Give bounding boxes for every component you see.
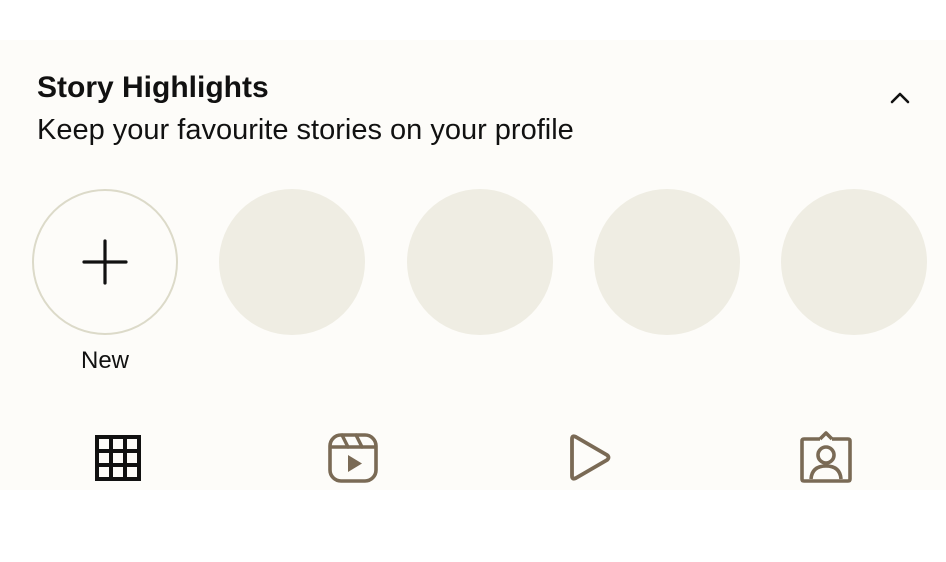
highlight-placeholder (594, 189, 740, 335)
profile-tab-bar (0, 428, 946, 488)
collapse-button[interactable] (882, 82, 918, 112)
new-highlight-label: New (80, 347, 129, 374)
grid-icon (95, 435, 141, 481)
tab-videos[interactable] (560, 428, 620, 488)
tagged-person-icon (800, 431, 852, 483)
section-subtitle: Keep your favourite stories on your prof… (37, 114, 574, 146)
tab-tagged[interactable] (796, 428, 856, 488)
highlight-placeholder (781, 189, 927, 335)
highlight-placeholder (219, 189, 365, 335)
tab-posts[interactable] (88, 428, 148, 488)
play-icon (570, 434, 611, 481)
new-highlight-button[interactable] (32, 189, 178, 335)
reels-icon (328, 433, 378, 483)
highlight-placeholder (407, 189, 553, 335)
story-highlights-panel: Story Highlights Keep your favourite sto… (0, 40, 946, 490)
tab-reels[interactable] (323, 428, 383, 488)
chevron-up-icon (890, 92, 910, 104)
plus-icon (82, 239, 128, 285)
section-title: Story Highlights (37, 71, 269, 104)
